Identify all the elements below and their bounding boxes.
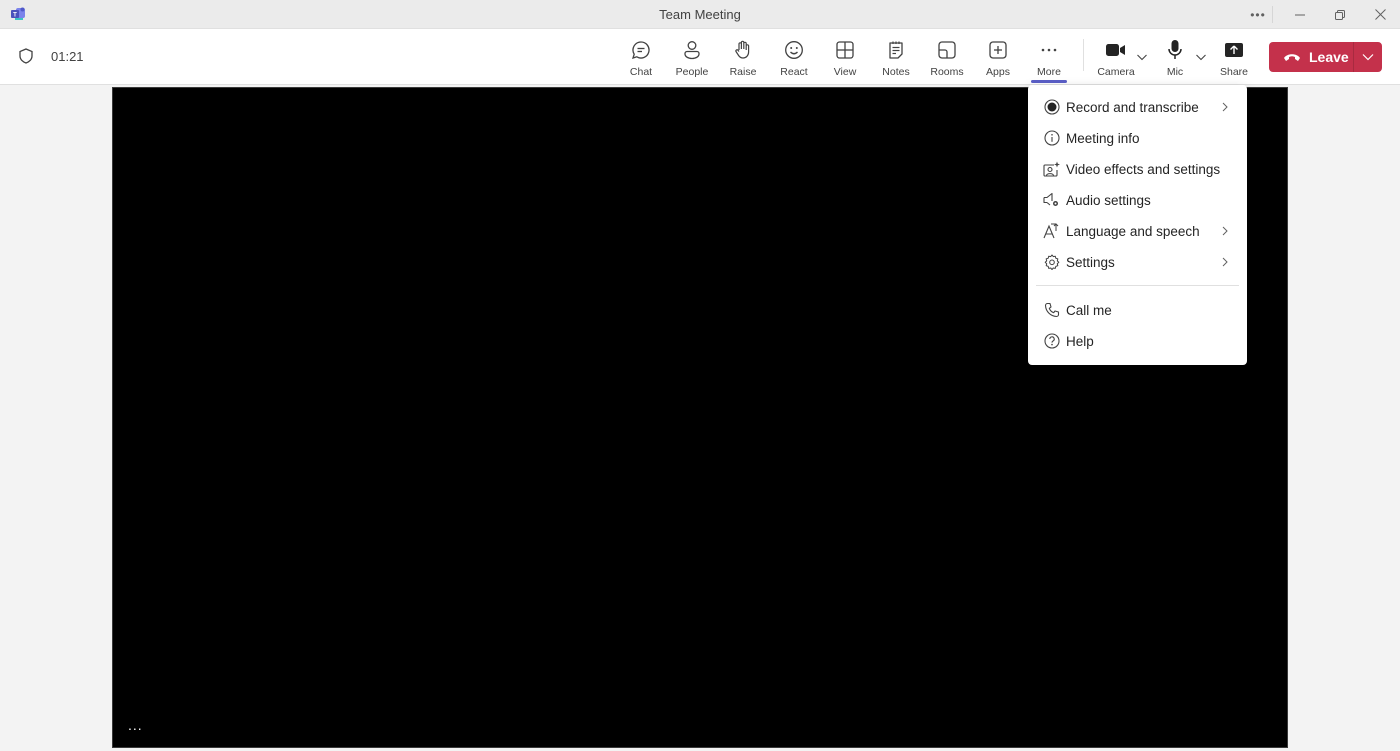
share-label: Share [1219,66,1249,78]
plus-box-icon [987,39,1009,61]
raise-button[interactable]: Raise [718,29,768,85]
more-menu: Record and transcribe Meeting info Video… [1028,85,1247,365]
ellipsis-icon: ••• [1250,7,1266,22]
more-label: More [1037,66,1061,78]
leave-label: Leave [1309,49,1349,65]
minimize-button[interactable] [1280,0,1320,29]
ellipsis-icon [1038,39,1060,61]
apps-button[interactable]: Apps [973,29,1023,85]
menu-item-label: Record and transcribe [1066,99,1199,115]
chevron-right-icon [1222,257,1228,267]
chat-icon [630,39,652,61]
camera-icon [1105,39,1127,61]
leave-button-group: Leave [1269,42,1382,72]
menu-item-settings[interactable]: Settings [1028,247,1247,277]
shield-icon[interactable] [19,48,33,64]
video-effects-icon [1043,161,1060,178]
menu-item-label: Language and speech [1066,223,1200,239]
menu-item-label: Meeting info [1066,130,1140,146]
menu-item-meeting-info[interactable]: Meeting info [1028,123,1247,153]
chat-button[interactable]: Chat [616,29,666,85]
raise-label: Raise [729,66,757,78]
menu-divider [1036,285,1239,286]
mic-options-chevron-icon[interactable] [1195,52,1207,62]
menu-item-call-me[interactable]: Call me [1028,295,1247,325]
menu-item-label: Settings [1066,254,1115,270]
chevron-right-icon [1222,226,1228,236]
menu-item-label: Call me [1066,302,1112,318]
close-icon [1374,9,1386,20]
record-icon [1043,99,1060,116]
chat-label: Chat [629,66,653,78]
rooms-label: Rooms [930,66,964,78]
apps-label: Apps [986,66,1010,78]
hand-icon [732,39,754,61]
camera-label: Camera [1097,66,1135,78]
toolbar-divider [1083,39,1084,71]
meeting-timer: 01:21 [51,49,84,64]
info-icon [1043,130,1060,147]
camera-button[interactable]: Camera [1091,29,1141,85]
people-button[interactable]: People [667,29,717,85]
menu-item-label: Video effects and settings [1066,161,1221,177]
menu-item-audio-settings[interactable]: Audio settings [1028,185,1247,215]
language-icon [1043,223,1060,240]
menu-item-language-and-speech[interactable]: Language and speech [1028,216,1247,246]
hang-up-icon [1284,54,1300,61]
mic-label: Mic [1166,66,1184,78]
menu-item-label: Help [1066,333,1094,349]
notes-button[interactable]: Notes [871,29,921,85]
react-label: React [780,66,808,78]
people-label: People [675,66,709,78]
smiley-icon [783,39,805,61]
menu-item-record-and-transcribe[interactable]: Record and transcribe [1028,92,1247,122]
people-icon [681,39,703,61]
meeting-toolbar: 01:21 Chat People Raise React View Notes… [0,29,1400,85]
rooms-button[interactable]: Rooms [922,29,972,85]
window-title: Team Meeting [659,7,741,22]
grid-icon [834,39,856,61]
minimize-icon [1295,14,1305,15]
react-button[interactable]: React [769,29,819,85]
mic-icon [1164,39,1186,61]
leave-button[interactable]: Leave [1269,42,1353,72]
notes-label: Notes [882,66,910,78]
view-label: View [833,66,857,78]
audio-settings-icon [1043,192,1060,209]
menu-item-label: Audio settings [1066,192,1151,208]
title-bar: T Team Meeting ••• [0,0,1400,29]
active-indicator [1031,80,1067,83]
stage-options-button[interactable]: ... [128,718,143,732]
restore-icon [1335,9,1345,20]
mic-button[interactable]: Mic [1150,29,1200,85]
more-button[interactable]: More [1024,29,1074,85]
gear-icon [1043,254,1060,271]
share-icon [1223,39,1245,61]
rooms-icon [936,39,958,61]
menu-item-help[interactable]: Help [1028,326,1247,356]
notes-icon [885,39,907,61]
restore-button[interactable] [1320,0,1360,29]
menu-item-video-effects-and-settings[interactable]: Video effects and settings [1028,154,1247,184]
leave-options-button[interactable] [1354,42,1382,72]
view-button[interactable]: View [820,29,870,85]
chevron-down-icon [1362,54,1374,61]
help-icon [1043,333,1060,350]
chevron-right-icon [1222,102,1228,112]
close-button[interactable] [1360,0,1400,29]
camera-options-chevron-icon[interactable] [1136,52,1148,62]
phone-icon [1043,302,1060,319]
title-separator [1272,6,1273,23]
share-button[interactable]: Share [1209,29,1259,85]
